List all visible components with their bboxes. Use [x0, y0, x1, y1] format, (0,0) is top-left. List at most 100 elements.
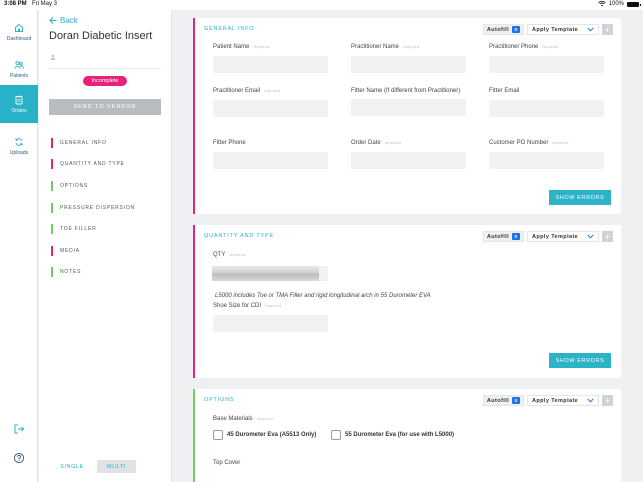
autofill-count: 0	[512, 397, 520, 404]
practitioner-phone-input[interactable]	[489, 55, 604, 73]
practitioner-email-input[interactable]	[213, 99, 328, 117]
field-label: Practitioner Name	[351, 44, 400, 50]
divider	[49, 68, 161, 69]
required-hint: required	[403, 45, 420, 49]
autofill-count: 0	[512, 26, 520, 33]
shoe-size-input[interactable]	[213, 314, 328, 332]
mode-multi-button[interactable]: MULTI	[97, 460, 136, 473]
options-card: OPTIONS Autofill 0 Apply Template + Base …	[193, 389, 621, 482]
nav-pressure-dispersion[interactable]: PRESSURE DISPERSION	[51, 197, 161, 219]
status-time: 3:08 PM	[4, 1, 27, 7]
card-controls: Autofill 0 Apply Template +	[482, 395, 613, 406]
required-hint: required	[542, 45, 559, 49]
autofill-count: 0	[512, 233, 520, 240]
field-label: Base Materials	[213, 416, 253, 422]
nav-label: TOE FILLER	[60, 226, 97, 233]
autofill-button[interactable]: Autofill 0	[482, 24, 524, 35]
add-button[interactable]: +	[602, 231, 613, 242]
rail-patients[interactable]: Patients	[0, 51, 38, 87]
back-button[interactable]: Back	[49, 16, 78, 25]
nav-label: OPTIONS	[60, 182, 89, 189]
field-label: Customer PO Number	[489, 140, 549, 146]
show-errors-button[interactable]: SHOW ERRORS	[549, 353, 611, 368]
autofill-button[interactable]: Autofill 0	[482, 231, 524, 242]
base-materials-label-row: Base Materials required	[213, 416, 273, 424]
mode-single-button[interactable]: SINGLE	[49, 460, 95, 473]
rail-uploads-label: Uploads	[9, 149, 29, 156]
apply-template-select[interactable]: Apply Template	[527, 231, 599, 242]
required-hint: required	[265, 304, 282, 308]
fitter-phone-field: Fitter Phone	[213, 140, 328, 169]
customer-po-field: Customer PO Number required	[489, 140, 604, 169]
base-material-option-55[interactable]: 55 Durometer Eva (for use with L5000)	[331, 430, 454, 440]
patient-name-input[interactable]	[213, 55, 328, 73]
section-heading: QUANTITY AND TYPE	[204, 233, 274, 239]
checkbox[interactable]	[213, 430, 223, 440]
nav-media[interactable]: MEDIA	[51, 240, 161, 262]
rail-orders-label: Orders	[11, 107, 27, 114]
field-label: Patient Name	[213, 44, 250, 50]
apply-template-label: Apply Template	[532, 233, 579, 240]
apply-template-select[interactable]: Apply Template	[527, 24, 599, 35]
apply-template-select[interactable]: Apply Template	[527, 395, 599, 406]
send-to-vendor-button[interactable]: SEND TO VENDOR	[49, 99, 161, 115]
show-errors-button[interactable]: SHOW ERRORS	[549, 190, 611, 205]
nav-quantity-and-type[interactable]: QUANTITY AND TYPE	[51, 154, 161, 176]
card-controls: Autofill 0 Apply Template +	[482, 231, 613, 242]
rail-dashboard[interactable]: Dashboard	[0, 14, 38, 50]
plus-icon: +	[604, 395, 611, 406]
status-indicator	[51, 159, 53, 170]
rail-patients-label: Patients	[9, 72, 29, 79]
order-date-input[interactable]	[351, 151, 466, 169]
add-button[interactable]: +	[602, 24, 613, 35]
status-indicator	[51, 137, 53, 148]
status-indicator	[51, 224, 53, 235]
help-icon[interactable]	[13, 452, 25, 464]
rail-orders[interactable]: Orders	[0, 85, 38, 123]
fitter-phone-input[interactable]	[213, 151, 328, 169]
rail-uploads[interactable]: Uploads	[0, 128, 38, 164]
patient-name-field: Patient Name required	[213, 44, 328, 73]
checkbox[interactable]	[331, 430, 341, 440]
fitter-name-field: Fitter Name (If different from Practitio…	[351, 88, 467, 116]
general-info-card: GENERAL INFO Autofill 0 Apply Template + …	[193, 18, 621, 214]
base-material-option-45[interactable]: 45 Durometer Eva (A5513 Only)	[213, 430, 316, 440]
nav-general-info[interactable]: GENERAL INFO	[51, 132, 161, 154]
quantity-type-card: QUANTITY AND TYPE Autofill 0 Apply Templa…	[193, 225, 621, 378]
status-date: Fri May 3	[32, 1, 58, 7]
apply-template-label: Apply Template	[532, 26, 579, 33]
rail-dashboard-label: Dashboard	[6, 35, 32, 42]
fitter-email-input[interactable]	[489, 99, 604, 117]
autofill-label: Autofill	[486, 233, 509, 240]
required-hint: required	[229, 253, 246, 257]
field-label: Fitter Email	[489, 88, 520, 94]
status-indicator	[51, 202, 53, 213]
status-indicator	[51, 245, 53, 256]
apply-template-label: Apply Template	[532, 397, 579, 404]
nav-toe-filler[interactable]: TOE FILLER	[51, 218, 161, 240]
status-accent	[193, 225, 195, 378]
l5000-note: L5000 includes Toe or TMA Filler and rig…	[215, 293, 431, 299]
status-accent	[193, 18, 195, 214]
required-hint: required	[264, 89, 281, 93]
autofill-button[interactable]: Autofill 0	[482, 395, 524, 406]
practitioner-name-field: Practitioner Name required	[351, 44, 466, 73]
status-indicator	[51, 180, 53, 191]
practitioner-name-input[interactable]	[351, 55, 466, 73]
qty-slider[interactable]	[212, 266, 328, 281]
autofill-label: Autofill	[486, 26, 509, 33]
nav-label: QUANTITY AND TYPE	[60, 161, 125, 168]
logout-icon[interactable]	[13, 423, 25, 435]
field-label: Practitioner Phone	[489, 44, 539, 50]
fitter-name-input[interactable]	[351, 99, 466, 116]
nav-options[interactable]: OPTIONS	[51, 175, 161, 197]
add-button[interactable]: +	[602, 395, 613, 406]
nav-notes[interactable]: NOTES	[51, 262, 161, 284]
order-title: Doran Diabetic Insert	[49, 30, 153, 42]
customer-po-input[interactable]	[489, 151, 604, 169]
checkbox-label: 55 Durometer Eva (for use with L5000)	[345, 432, 455, 438]
app-rail: Dashboard Patients Orders Uploads	[0, 10, 38, 482]
section-heading: OPTIONS	[204, 397, 235, 403]
qty-slider-fill	[212, 266, 319, 281]
sync-icon	[15, 137, 23, 146]
